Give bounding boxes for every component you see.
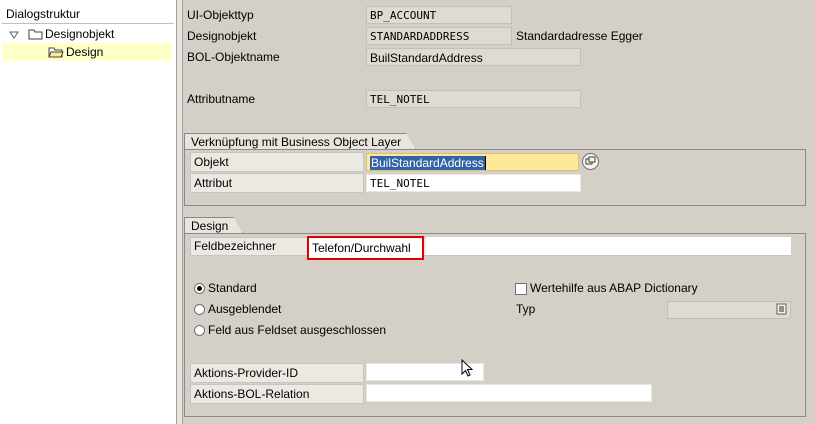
design-group-title: Design [184, 217, 243, 234]
ui-type-label: UI-Objekttyp [187, 8, 254, 22]
field-label-input-ext[interactable] [426, 237, 791, 255]
radio-hidden-label[interactable]: Ausgeblendet [208, 300, 281, 318]
tree-item-designobjekt[interactable]: Designobjekt [45, 25, 114, 43]
attribute-input[interactable]: TEL_NOTEL [366, 174, 581, 192]
bol-group-title: Verknüpfung mit Business Object Layer [184, 133, 416, 150]
ui-type-field: BP_ACCOUNT [366, 6, 512, 24]
bol-object-name-label: BOL-Objektname [187, 50, 280, 64]
radio-hidden[interactable] [194, 304, 205, 315]
bol-object-name-field: BuilStandardAddress [366, 48, 581, 66]
type-select[interactable] [667, 301, 791, 319]
design-object-description: Standardadresse Egger [516, 29, 643, 43]
folder-icon [28, 27, 44, 41]
object-label: Objekt [194, 155, 229, 169]
mouse-cursor-icon [461, 358, 475, 379]
link-icon [585, 156, 596, 165]
object-navigate-button[interactable] [582, 153, 599, 170]
action-provider-label: Aktions-Provider-ID [194, 366, 299, 380]
dialog-structure-panel: Dialogstruktur Designobjekt Design [0, 0, 177, 424]
expand-triangle-icon[interactable] [9, 29, 19, 39]
field-label-value: Telefon/Durchwahl [312, 241, 411, 255]
tree-item-design[interactable]: Design [66, 43, 103, 61]
field-label-label: Feldbezeichner [194, 239, 277, 253]
value-help-checkbox[interactable] [515, 283, 527, 295]
object-input-selection: BuilStandardAddress [370, 156, 485, 170]
radio-excluded-label[interactable]: Feld aus Feldset ausgeschlossen [208, 321, 386, 339]
action-relation-label: Aktions-BOL-Relation [194, 387, 310, 401]
design-object-label: Designobjekt [187, 29, 257, 43]
object-input[interactable]: BuilStandardAddress [366, 153, 579, 171]
type-label: Typ [516, 302, 536, 316]
attribute-name-field: TEL_NOTEL [366, 90, 581, 108]
attribute-label: Attribut [194, 176, 233, 190]
action-relation-input[interactable] [366, 384, 652, 402]
folder-open-icon [48, 45, 64, 59]
attribute-name-label: Attributname [187, 92, 256, 106]
field-label-input[interactable]: Telefon/Durchwahl [307, 236, 424, 260]
radio-excluded[interactable] [194, 325, 205, 336]
dropdown-list-icon[interactable] [776, 303, 788, 316]
value-help-label[interactable]: Wertehilfe aus ABAP Dictionary [530, 279, 698, 297]
panel-splitter[interactable] [176, 0, 183, 424]
design-object-field: STANDARDADDRESS [366, 27, 512, 45]
tree-header: Dialogstruktur [2, 5, 174, 24]
radio-standard-label[interactable]: Standard [208, 279, 257, 297]
radio-standard[interactable] [194, 283, 205, 294]
